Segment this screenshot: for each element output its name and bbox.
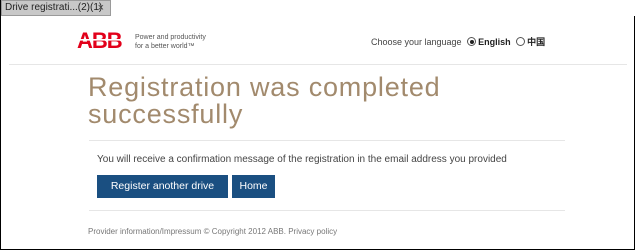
page-frame: Drive registrati...(2)(1) × ABB Power an… [0,0,635,250]
language-english-label[interactable]: English [478,37,511,47]
language-chinese-label[interactable]: 中国 [527,37,545,47]
register-another-drive-button[interactable]: Register another drive [97,175,228,198]
tab-title: Drive registrati...(2)(1) [5,2,103,13]
title-line1: Registration was completed [88,72,441,102]
home-button[interactable]: Home [232,175,275,198]
site-header: ABB Power and productivity for a better … [77,29,577,59]
tagline: Power and productivity for a better worl… [135,33,206,51]
language-prompt: Choose your language [371,37,462,47]
radio-chinese[interactable] [516,37,526,46]
browser-tab[interactable]: Drive registrati...(2)(1) × [1,0,111,16]
page-title: Registration was completed successfully [88,74,508,128]
confirmation-message: You will receive a confirmation message … [97,154,507,165]
header-divider [9,64,627,65]
content-divider-top [89,140,565,141]
tagline-line2: for a better world™ [135,43,195,50]
close-icon[interactable]: × [98,1,104,15]
abb-logo[interactable]: ABB [77,29,123,51]
content-divider-bottom [89,210,565,211]
tab-bar: Drive registrati...(2)(1) × [1,0,635,16]
title-line2: successfully [88,99,244,129]
language-selector: Choose your language English 中国 [371,35,545,48]
footer-text: Provider information/Impressum © Copyrig… [88,227,338,236]
radio-english[interactable] [467,37,477,46]
tagline-line1: Power and productivity [135,34,206,41]
